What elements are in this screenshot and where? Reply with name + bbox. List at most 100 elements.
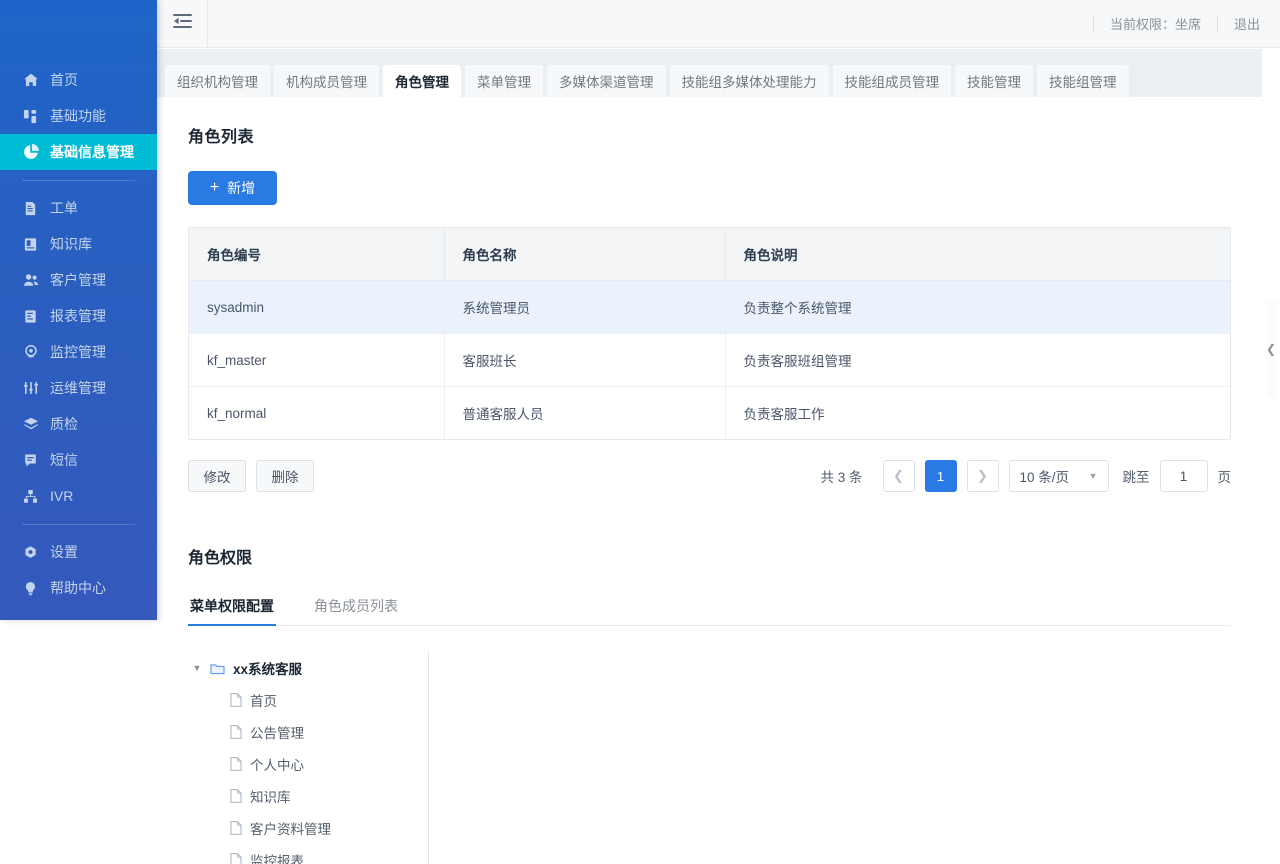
- page-size-select[interactable]: 10 条/页 ▼: [1008, 460, 1109, 492]
- tree-node-label: 监控报表: [250, 854, 304, 864]
- role-table-body: sysadmin 系统管理员 负责整个系统管理 kf_master 客服班长 负…: [189, 280, 1230, 439]
- sidebar-item-label: 基础功能: [50, 108, 106, 124]
- page-title: 角色列表: [188, 129, 255, 146]
- caret-down-icon[interactable]: ▼: [190, 663, 204, 673]
- tab-label: 技能组成员管理: [844, 75, 940, 90]
- jump-page-input[interactable]: [1159, 460, 1208, 492]
- column-header-role-desc: 角色说明: [725, 228, 1230, 281]
- sidebar-item-sms[interactable]: 短信: [0, 442, 157, 478]
- tree-node-knowledge-base[interactable]: 知识库: [188, 780, 428, 812]
- sidebar-item-basic-function[interactable]: 基础功能: [0, 98, 157, 134]
- delete-button[interactable]: 删除: [256, 460, 314, 492]
- menu-fold-button[interactable]: [157, 0, 208, 48]
- table-row[interactable]: kf_master 客服班长 负责客服班组管理: [189, 333, 1230, 387]
- sidebar-item-knowledge-base[interactable]: 知识库: [0, 226, 157, 262]
- pie-chart-icon: [22, 144, 39, 161]
- cell-role-desc: 负责整个系统管理: [725, 280, 1230, 334]
- permission-subtabs: 菜单权限配置 角色成员列表: [188, 590, 1231, 626]
- sidebar-item-ops-mgmt[interactable]: 运维管理: [0, 370, 157, 406]
- tab-label: 技能组管理: [1049, 75, 1117, 90]
- cell-role-id: sysadmin: [189, 280, 445, 334]
- chevron-left-icon: ❮: [893, 468, 904, 483]
- tab-skillgroup-mgmt[interactable]: 技能组管理: [1037, 65, 1129, 97]
- tree-node-customer-data-mgmt[interactable]: 客户资料管理: [188, 812, 428, 844]
- tree-node-label: 知识库: [250, 790, 291, 805]
- sidebar-item-label: 监控管理: [50, 344, 106, 360]
- table-row[interactable]: kf_normal 普通客服人员 负责客服工作: [189, 386, 1230, 439]
- sidebar-item-report-mgmt[interactable]: 报表管理: [0, 298, 157, 334]
- page-size-label: 10 条/页: [1019, 470, 1070, 485]
- document-icon: [22, 200, 39, 217]
- sidebar-item-basic-info-mgmt[interactable]: 基础信息管理: [0, 134, 157, 170]
- cell-role-desc: 负责客服工作: [743, 407, 825, 422]
- topbar-divider-2: [1216, 16, 1218, 31]
- tab-label: 组织机构管理: [177, 75, 258, 90]
- tab-role-mgmt[interactable]: 角色管理: [383, 65, 461, 97]
- top-bar: 当前权限：坐席 退出: [157, 0, 1280, 48]
- permission-tree: ▼ xx系统客服 首页 公告管理 个人中心 知识库 客户资料管理 监控报表: [188, 652, 428, 864]
- sidebar-item-quality-check[interactable]: 质检: [0, 406, 157, 442]
- sliders-icon: [22, 380, 39, 397]
- right-panel-collapse-handle[interactable]: ❮: [1262, 300, 1280, 398]
- tree-node-home[interactable]: 首页: [188, 684, 428, 716]
- users-icon: [22, 272, 39, 289]
- sidebar-item-label: 帮助中心: [50, 580, 106, 596]
- subtab-role-member-list[interactable]: 角色成员列表: [312, 596, 400, 625]
- grid-icon: [22, 108, 39, 125]
- tab-label: 多媒体渠道管理: [559, 75, 654, 90]
- monitor-icon: [22, 344, 39, 361]
- cell-role-name: 系统管理员: [444, 280, 726, 334]
- sidebar-item-help-center[interactable]: 帮助中心: [0, 570, 157, 606]
- sidebar-divider-2: [22, 524, 135, 525]
- tree-node-monitor-report[interactable]: 监控报表: [188, 844, 428, 864]
- role-table: 角色编号 角色名称 角色说明 sysadmin 系统管理员 负责整个系统管理 k…: [189, 228, 1230, 439]
- tab-menu-mgmt[interactable]: 菜单管理: [465, 65, 543, 97]
- pagination-prev-button[interactable]: ❮: [882, 460, 915, 492]
- cell-role-desc: 负责客服班组管理: [725, 333, 1230, 387]
- page-unit-label: 页: [1217, 470, 1232, 485]
- cell-role-id: kf_master: [189, 333, 445, 387]
- subtab-menu-permission-config[interactable]: 菜单权限配置: [188, 596, 276, 626]
- sidebar-item-home[interactable]: 首页: [0, 62, 157, 98]
- logout-link[interactable]: 退出: [1234, 14, 1260, 33]
- tab-skillgroup-multimedia-capability[interactable]: 技能组多媒体处理能力: [669, 65, 829, 97]
- role-table-head: 角色编号 角色名称 角色说明: [189, 228, 1230, 281]
- tab-multimedia-channel-mgmt[interactable]: 多媒体渠道管理: [547, 65, 666, 97]
- sidebar-item-settings[interactable]: 设置: [0, 534, 157, 570]
- sidebar-item-worksheet[interactable]: 工单: [0, 190, 157, 226]
- sidebar-item-monitor-mgmt[interactable]: 监控管理: [0, 334, 157, 370]
- sidebar-item-label: IVR: [50, 488, 74, 504]
- pagination-page-1[interactable]: 1: [924, 460, 957, 492]
- sidebar-item-label: 质检: [50, 416, 78, 432]
- edit-button[interactable]: 修改: [188, 460, 246, 492]
- column-header-role-id: 角色编号: [189, 228, 445, 281]
- main-content: 角色列表 + 新增 角色编号 角色名称 角色说明 sysadmin 系统管理员 …: [157, 97, 1262, 864]
- tree-node-label: 客户资料管理: [250, 822, 331, 837]
- table-row[interactable]: sysadmin 系统管理员 负责整个系统管理: [189, 280, 1230, 334]
- sidebar-item-ivr[interactable]: IVR: [0, 478, 157, 514]
- tab-skillgroup-member-mgmt[interactable]: 技能组成员管理: [832, 65, 951, 97]
- add-role-button[interactable]: + 新增: [188, 171, 277, 205]
- add-role-label: 新增: [227, 180, 256, 196]
- tab-org-member-mgmt[interactable]: 机构成员管理: [274, 65, 379, 97]
- top-bar-right: 当前权限：坐席 退出: [1077, 0, 1280, 48]
- tree-node-announcement-mgmt[interactable]: 公告管理: [188, 716, 428, 748]
- folder-icon: [210, 662, 225, 675]
- plus-icon: +: [209, 179, 220, 196]
- tree-node-label: 个人中心: [250, 758, 304, 773]
- tab-label: 技能管理: [967, 75, 1021, 90]
- sitemap-icon: [22, 488, 39, 505]
- layers-icon: [22, 416, 39, 433]
- permission-tree-area: ▼ xx系统客服 首页 公告管理 个人中心 知识库 客户资料管理 监控报表: [188, 652, 1231, 864]
- tree-node-root[interactable]: ▼ xx系统客服: [188, 652, 428, 684]
- sidebar-item-customer-mgmt[interactable]: 客户管理: [0, 262, 157, 298]
- role-table-wrapper: 角色编号 角色名称 角色说明 sysadmin 系统管理员 负责整个系统管理 k…: [188, 227, 1231, 440]
- tab-label: 机构成员管理: [286, 75, 367, 90]
- tree-node-personal-center[interactable]: 个人中心: [188, 748, 428, 780]
- sidebar: 首页 基础功能 基础信息管理 工单 知识库 客户管理 报表管理 监控管理 运维管…: [0, 0, 157, 620]
- tab-org-structure-mgmt[interactable]: 组织机构管理: [165, 65, 270, 97]
- permission-detail-panel: [429, 652, 1231, 864]
- pagination-next-button[interactable]: ❯: [966, 460, 999, 492]
- tab-label: 菜单管理: [477, 75, 531, 90]
- tab-skill-mgmt[interactable]: 技能管理: [955, 65, 1033, 97]
